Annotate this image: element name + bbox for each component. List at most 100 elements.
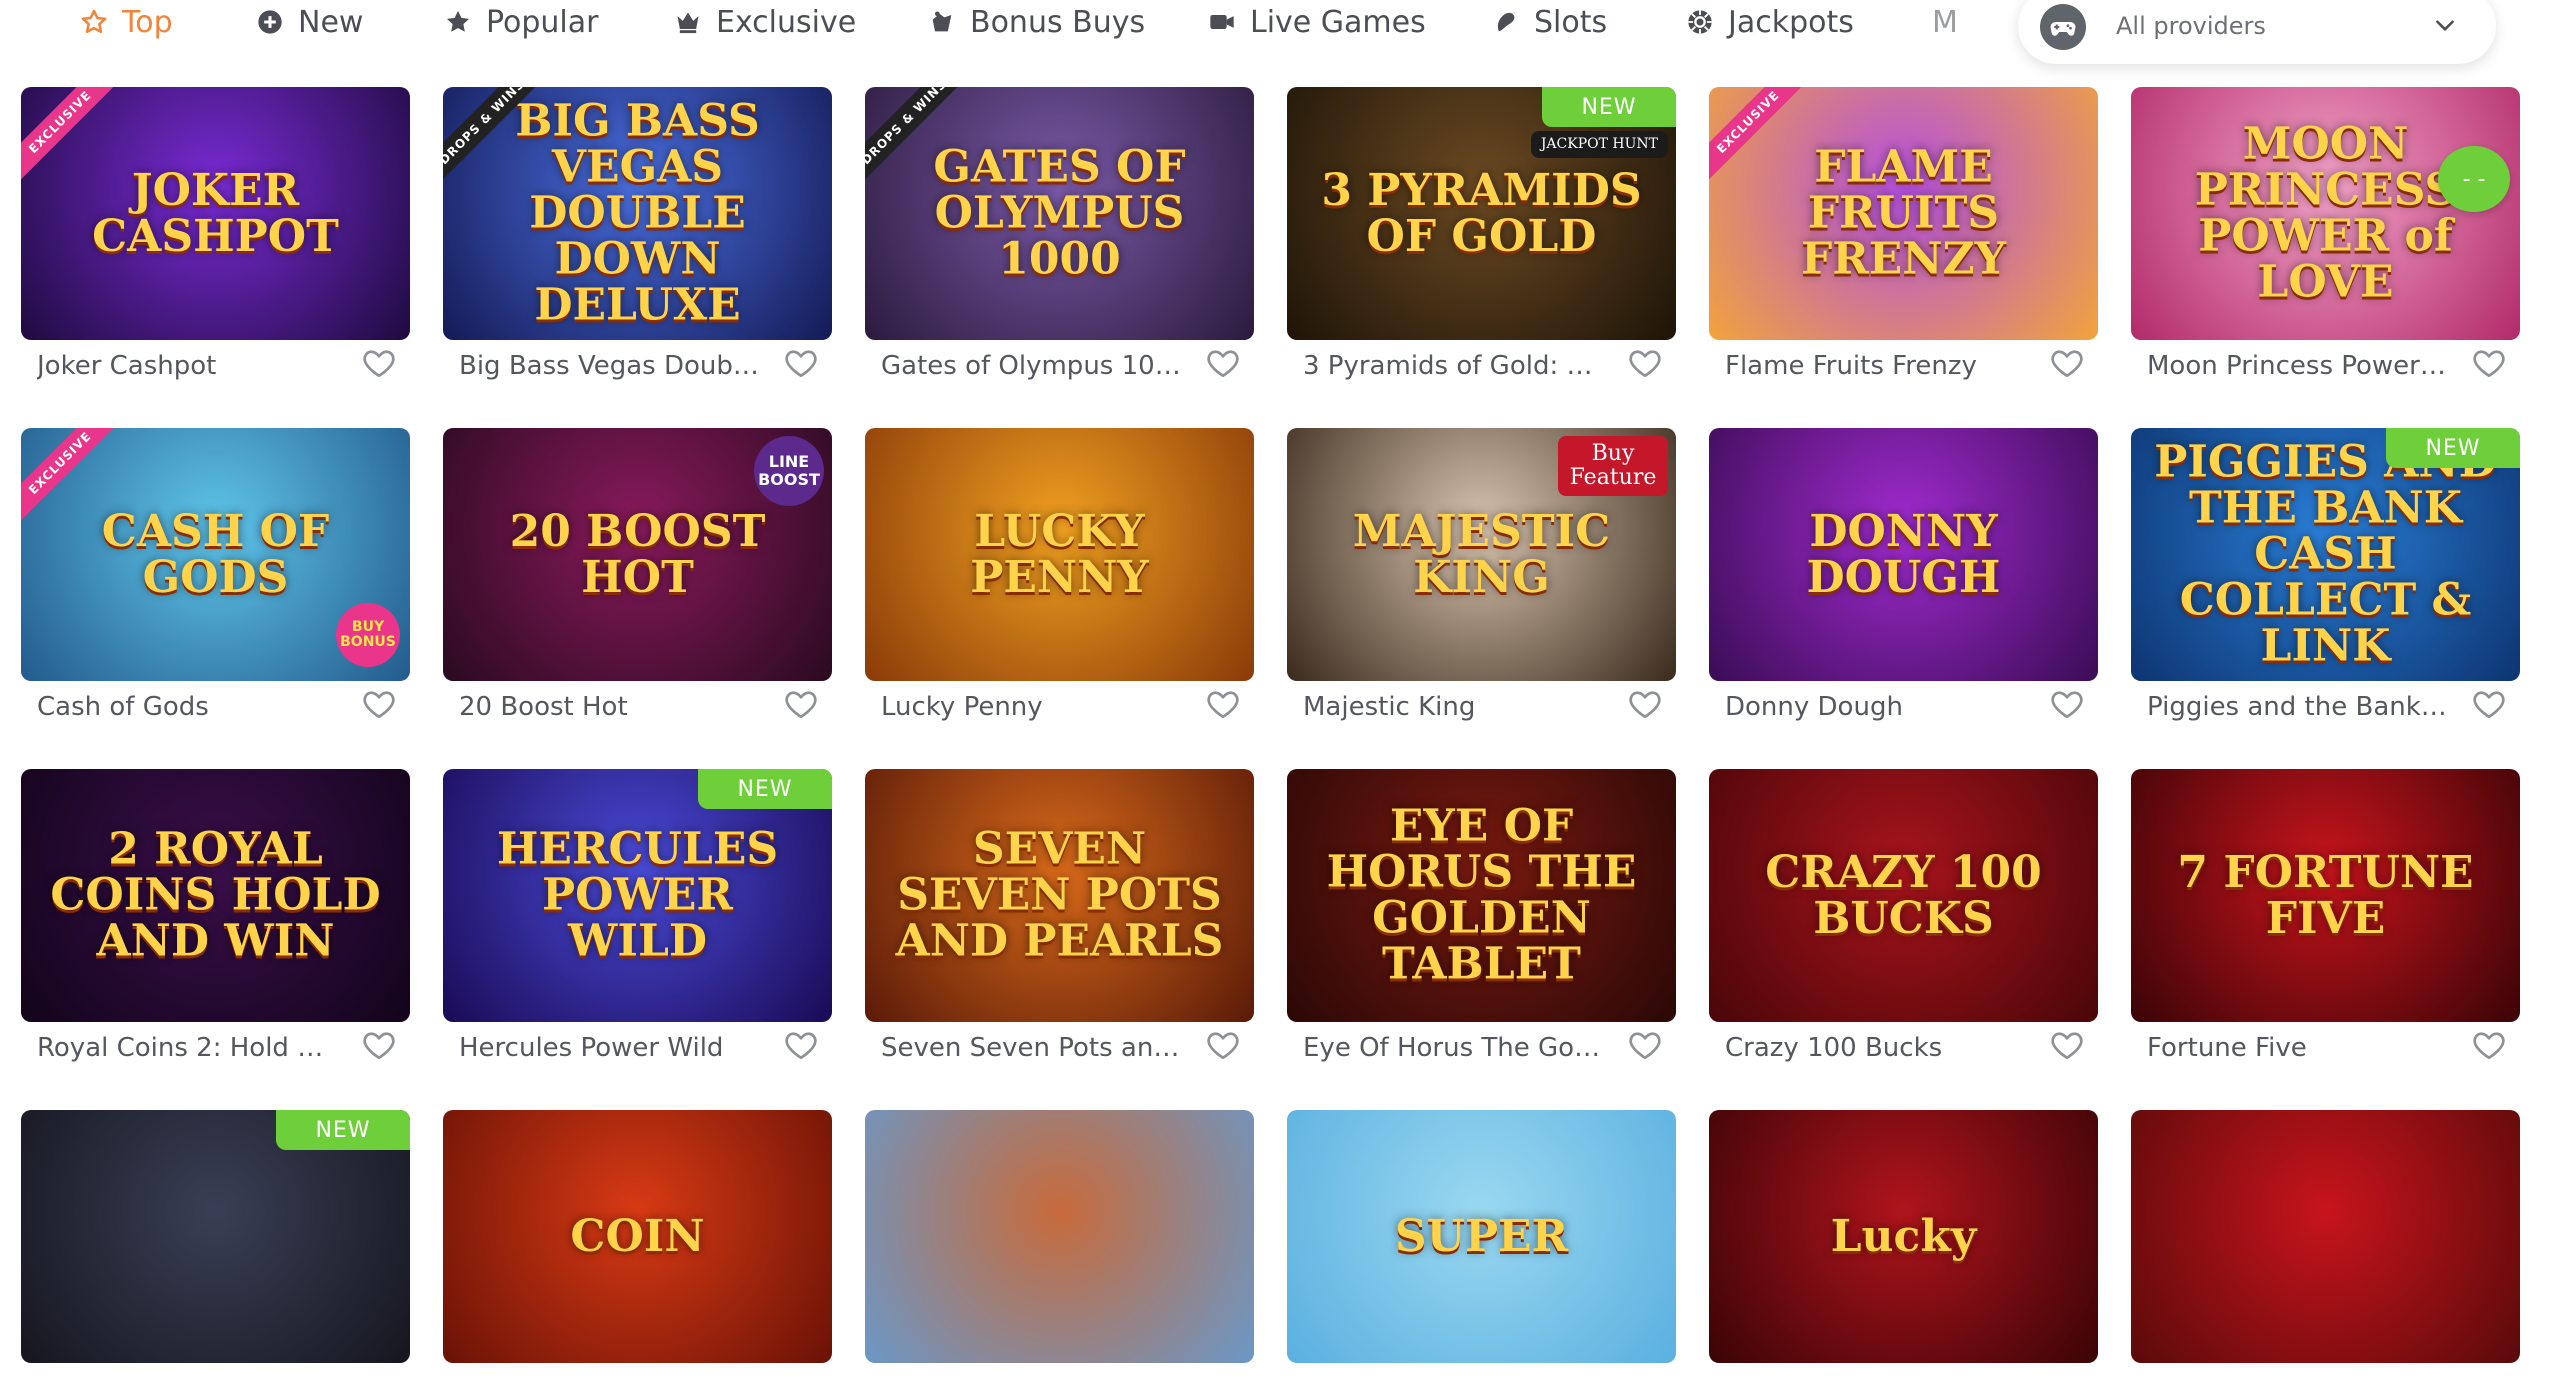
favorite-heart-icon[interactable] <box>2471 345 2507 381</box>
game-title[interactable]: Flame Fruits Frenzy <box>1725 351 2025 381</box>
game-title[interactable]: Joker Cashpot <box>37 351 337 381</box>
favorite-heart-icon[interactable] <box>2049 345 2085 381</box>
game-card[interactable]: CRAZY 100 BUCKS Crazy 100 Bucks <box>1709 769 2098 1063</box>
favorite-heart-icon[interactable] <box>361 345 397 381</box>
game-title[interactable]: Royal Coins 2: Hold and... <box>37 1033 337 1063</box>
game-card[interactable]: MAJESTIC KING Buy Feature Majestic King <box>1287 428 1676 722</box>
favorite-heart-icon[interactable] <box>2471 686 2507 722</box>
game-title[interactable]: Crazy 100 Bucks <box>1725 1033 2025 1063</box>
game-card[interactable] <box>865 1110 1254 1390</box>
favorite-heart-icon[interactable] <box>1205 345 1241 381</box>
game-title[interactable]: Fortune Five <box>2147 1033 2447 1063</box>
game-thumbnail[interactable]: HERCULES POWER WILD NEW <box>443 769 832 1022</box>
game-thumbnail[interactable]: LUCKY PENNY <box>865 428 1254 681</box>
game-thumbnail[interactable]: Lucky <box>1709 1110 2098 1363</box>
game-title[interactable]: Hercules Power Wild <box>459 1033 759 1063</box>
game-card[interactable]: DONNY DOUGH Donny Dough <box>1709 428 2098 722</box>
game-title[interactable]: Moon Princess Power o... <box>2147 351 2447 381</box>
game-title[interactable]: Cash of Gods <box>37 692 337 722</box>
game-title[interactable]: 3 Pyramids of Gold: Hol... <box>1303 351 1603 381</box>
game-title[interactable]: Gates of Olympus 1000 <box>881 351 1181 381</box>
game-title[interactable]: Lucky Penny <box>881 692 1181 722</box>
game-title[interactable]: Majestic King <box>1303 692 1603 722</box>
game-thumbnail[interactable]: NEW <box>21 1110 410 1363</box>
new-badge: NEW <box>276 1110 410 1150</box>
game-card[interactable]: FLAME FRUITS FRENZY EXCLUSIVE Flame Fruits… <box>1709 87 2098 381</box>
game-thumbnail[interactable]: MOON PRINCESS POWER of LOVE <box>2131 87 2520 340</box>
game-card[interactable]: NEW <box>21 1110 410 1390</box>
chat-bubble-icon[interactable]: - - <box>2438 146 2510 212</box>
game-thumbnail[interactable]: CASH OF GODS EXCLUSIVE BUY BONUS <box>21 428 410 681</box>
game-thumbnail[interactable]: EYE OF HORUS THE GOLDEN TABLET <box>1287 769 1676 1022</box>
game-thumbnail[interactable]: COIN <box>443 1110 832 1363</box>
favorite-heart-icon[interactable] <box>361 686 397 722</box>
game-card[interactable]: CASH OF GODS EXCLUSIVE BUY BONUS Cash of Go… <box>21 428 410 722</box>
favorite-heart-icon[interactable] <box>2049 686 2085 722</box>
game-title[interactable]: Big Bass Vegas Double ... <box>459 351 759 381</box>
game-thumbnail[interactable]: FLAME FRUITS FRENZY EXCLUSIVE <box>1709 87 2098 340</box>
favorite-heart-icon[interactable] <box>783 1027 819 1063</box>
game-thumbnail[interactable]: 3 PYRAMIDS OF GOLD NEW JACKPOT HUNT <box>1287 87 1676 340</box>
favorite-heart-icon[interactable] <box>783 686 819 722</box>
game-card[interactable]: 20 BOOST HOT LINE BOOST 20 Boost Hot <box>443 428 832 722</box>
line-boost-tag: LINE BOOST <box>754 436 824 506</box>
game-card[interactable]: 3 PYRAMIDS OF GOLD NEW JACKPOT HUNT 3 Pyram… <box>1287 87 1676 381</box>
game-card[interactable]: COIN <box>443 1110 832 1390</box>
game-logo: BIG BASS VEGAS DOUBLE DOWN DELUXE <box>515 95 760 331</box>
game-card[interactable]: HERCULES POWER WILD NEW Hercules Power Wil… <box>443 769 832 1063</box>
game-card[interactable]: PIGGIES AND THE BANK CASH COLLECT & LINK… <box>2131 428 2520 722</box>
game-card[interactable]: Lucky <box>1709 1110 2098 1390</box>
game-title[interactable]: Donny Dough <box>1725 692 2025 722</box>
game-title[interactable]: Eye Of Horus The Gold... <box>1303 1033 1603 1063</box>
game-thumbnail[interactable]: 2 ROYAL COINS HOLD AND WIN <box>21 769 410 1022</box>
game-card[interactable]: SEVEN SEVEN POTS AND PEARLS Seven Seven P… <box>865 769 1254 1063</box>
favorite-heart-icon[interactable] <box>783 345 819 381</box>
game-thumbnail[interactable]: JOKER CASHPOT EXCLUSIVE <box>21 87 410 340</box>
game-thumbnail[interactable]: BIG BASS VEGAS DOUBLE DOWN DELUXE DROPS &… <box>443 87 832 340</box>
favorite-heart-icon[interactable] <box>1627 345 1663 381</box>
game-card[interactable]: BIG BASS VEGAS DOUBLE DOWN DELUXE DROPS &… <box>443 87 832 381</box>
new-badge: NEW <box>698 769 832 809</box>
game-logo: EYE OF HORUS THE GOLDEN TABLET <box>1326 800 1637 990</box>
game-card[interactable]: 7 FORTUNE FIVE Fortune Five <box>2131 769 2520 1063</box>
favorite-heart-icon[interactable] <box>1205 1027 1241 1063</box>
game-thumbnail[interactable]: 20 BOOST HOT LINE BOOST <box>443 428 832 681</box>
game-thumbnail[interactable]: DONNY DOUGH <box>1709 428 2098 681</box>
game-thumbnail[interactable] <box>2131 1110 2520 1363</box>
favorite-heart-icon[interactable] <box>1627 1027 1663 1063</box>
game-logo: 20 BOOST HOT <box>509 505 766 603</box>
game-thumbnail[interactable]: MAJESTIC KING Buy Feature <box>1287 428 1676 681</box>
game-card[interactable]: LUCKY PENNY Lucky Penny <box>865 428 1254 722</box>
game-card[interactable]: 2 ROYAL COINS HOLD AND WIN Royal Coins 2:… <box>21 769 410 1063</box>
game-logo: JOKER CASHPOT <box>92 164 339 262</box>
game-thumbnail[interactable]: 7 FORTUNE FIVE <box>2131 769 2520 1022</box>
game-logo: DONNY DOUGH <box>1806 505 2001 603</box>
game-title[interactable]: 20 Boost Hot <box>459 692 759 722</box>
game-thumbnail[interactable]: CRAZY 100 BUCKS <box>1709 769 2098 1022</box>
favorite-heart-icon[interactable] <box>361 1027 397 1063</box>
game-card[interactable]: GATES OF OLYMPUS 1000 DROPS & WINS Gates o… <box>865 87 1254 381</box>
game-card[interactable]: SUPER <box>1287 1110 1676 1390</box>
game-logo: SUPER <box>1394 1210 1569 1262</box>
game-logo: LUCKY PENNY <box>970 505 1149 603</box>
game-thumbnail[interactable]: GATES OF OLYMPUS 1000 DROPS & WINS <box>865 87 1254 340</box>
game-logo: SEVEN SEVEN POTS AND PEARLS <box>895 823 1224 967</box>
game-card[interactable]: JOKER CASHPOT EXCLUSIVE Joker Cashpot <box>21 87 410 381</box>
game-card[interactable]: EYE OF HORUS THE GOLDEN TABLET Eye Of Hor… <box>1287 769 1676 1063</box>
favorite-heart-icon[interactable] <box>1627 686 1663 722</box>
favorite-heart-icon[interactable] <box>1205 686 1241 722</box>
favorite-heart-icon[interactable] <box>2049 1027 2085 1063</box>
game-title[interactable]: Seven Seven Pots and P... <box>881 1033 1181 1063</box>
favorite-heart-icon[interactable] <box>2471 1027 2507 1063</box>
game-title[interactable]: Piggies and the Bank: C... <box>2147 692 2447 722</box>
game-thumbnail[interactable]: SUPER <box>1287 1110 1676 1363</box>
jackpot-hunt-tag: JACKPOT HUNT <box>1530 131 1668 159</box>
new-badge: NEW <box>1542 87 1676 127</box>
game-logo: 3 PYRAMIDS OF GOLD <box>1321 164 1642 262</box>
game-logo: GATES OF OLYMPUS 1000 <box>933 141 1186 285</box>
game-thumbnail[interactable]: SEVEN SEVEN POTS AND PEARLS <box>865 769 1254 1022</box>
game-card[interactable]: MOON PRINCESS POWER of LOVE Moon Princess… <box>2131 87 2520 381</box>
game-card[interactable] <box>2131 1110 2520 1390</box>
game-thumbnail[interactable]: PIGGIES AND THE BANK CASH COLLECT & LINK… <box>2131 428 2520 681</box>
game-thumbnail[interactable] <box>865 1110 1254 1363</box>
